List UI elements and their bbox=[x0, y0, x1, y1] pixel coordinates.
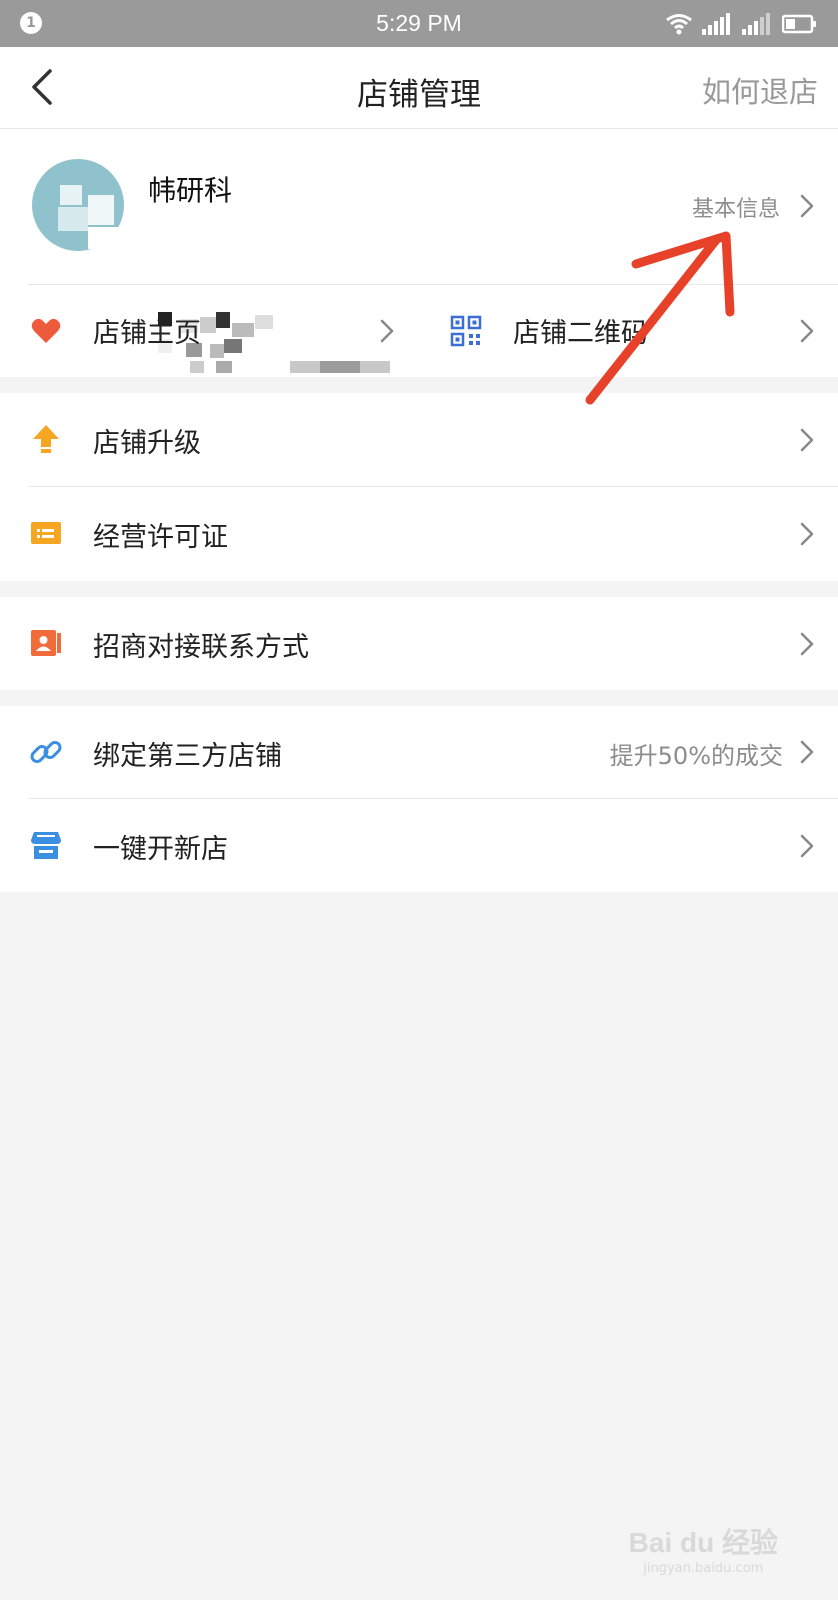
signal-icon bbox=[702, 13, 730, 35]
battery-icon bbox=[782, 14, 816, 34]
profile-row[interactable]: 帏研科 基本信息 bbox=[0, 129, 838, 373]
store-qr-code-link[interactable]: 店铺二维码 bbox=[420, 285, 838, 377]
contact-group: 招商对接联系方式 bbox=[0, 597, 838, 690]
nav-bar: 店铺管理 如何退店 bbox=[0, 47, 838, 129]
chevron-right-icon bbox=[800, 834, 814, 858]
bind-third-party-label: 绑定第三方店铺 bbox=[93, 741, 282, 772]
contact-card-icon bbox=[31, 630, 61, 656]
chevron-right-icon bbox=[800, 740, 814, 764]
store-icon bbox=[31, 832, 61, 859]
heart-icon bbox=[31, 318, 61, 343]
upgrade-arrow-icon bbox=[33, 425, 59, 453]
signal-2-icon bbox=[742, 13, 770, 35]
chevron-right-icon bbox=[800, 428, 814, 452]
avatar bbox=[32, 159, 124, 251]
wifi-icon bbox=[666, 14, 692, 35]
store-name: 帏研科 bbox=[148, 174, 233, 207]
profile-panel: 帏研科 基本信息 店铺主页 店铺二维码 bbox=[0, 129, 838, 377]
merchant-contact-label: 招商对接联系方式 bbox=[93, 632, 309, 663]
chevron-right-icon bbox=[800, 522, 814, 546]
chevron-right-icon bbox=[800, 194, 814, 218]
basic-info-link[interactable]: 基本信息 bbox=[692, 191, 780, 223]
chevron-right-icon bbox=[380, 319, 394, 343]
merchant-contact-row[interactable]: 招商对接联系方式 bbox=[0, 597, 838, 690]
qr-code-icon bbox=[450, 315, 482, 347]
bind-third-party-row[interactable]: 绑定第三方店铺 提升50%的成交 bbox=[0, 706, 838, 798]
open-new-store-label: 一键开新店 bbox=[93, 834, 228, 865]
license-card-icon bbox=[31, 522, 61, 544]
watermark-url: jingyan.baidu.com bbox=[643, 1561, 764, 1576]
third-party-group: 绑定第三方店铺 提升50%的成交 一键开新店 bbox=[0, 706, 838, 892]
conversion-hint: 提升50%的成交 bbox=[609, 742, 783, 770]
store-qr-code-label: 店铺二维码 bbox=[513, 318, 648, 349]
store-upgrade-label: 店铺升级 bbox=[93, 428, 201, 459]
status-bar: 1 5:29 PM bbox=[0, 0, 838, 47]
open-new-store-row[interactable]: 一键开新店 bbox=[0, 799, 838, 892]
link-icon bbox=[30, 741, 62, 763]
watermark: Bai du 经验 jingyan.baidu.com bbox=[629, 1521, 778, 1576]
status-icons bbox=[666, 12, 816, 36]
store-homepage-link[interactable]: 店铺主页 bbox=[0, 285, 410, 377]
chevron-right-icon bbox=[800, 319, 814, 343]
watermark-brand: Bai du 经验 bbox=[628, 1527, 778, 1558]
upgrade-license-group: 店铺升级 经营许可证 bbox=[0, 393, 838, 581]
how-to-close-store-link[interactable]: 如何退店 bbox=[702, 69, 818, 111]
business-license-row[interactable]: 经营许可证 bbox=[0, 487, 838, 581]
store-upgrade-row[interactable]: 店铺升级 bbox=[0, 393, 838, 486]
store-homepage-label: 店铺主页 bbox=[93, 318, 201, 349]
business-license-label: 经营许可证 bbox=[93, 522, 228, 553]
chevron-right-icon bbox=[800, 632, 814, 656]
